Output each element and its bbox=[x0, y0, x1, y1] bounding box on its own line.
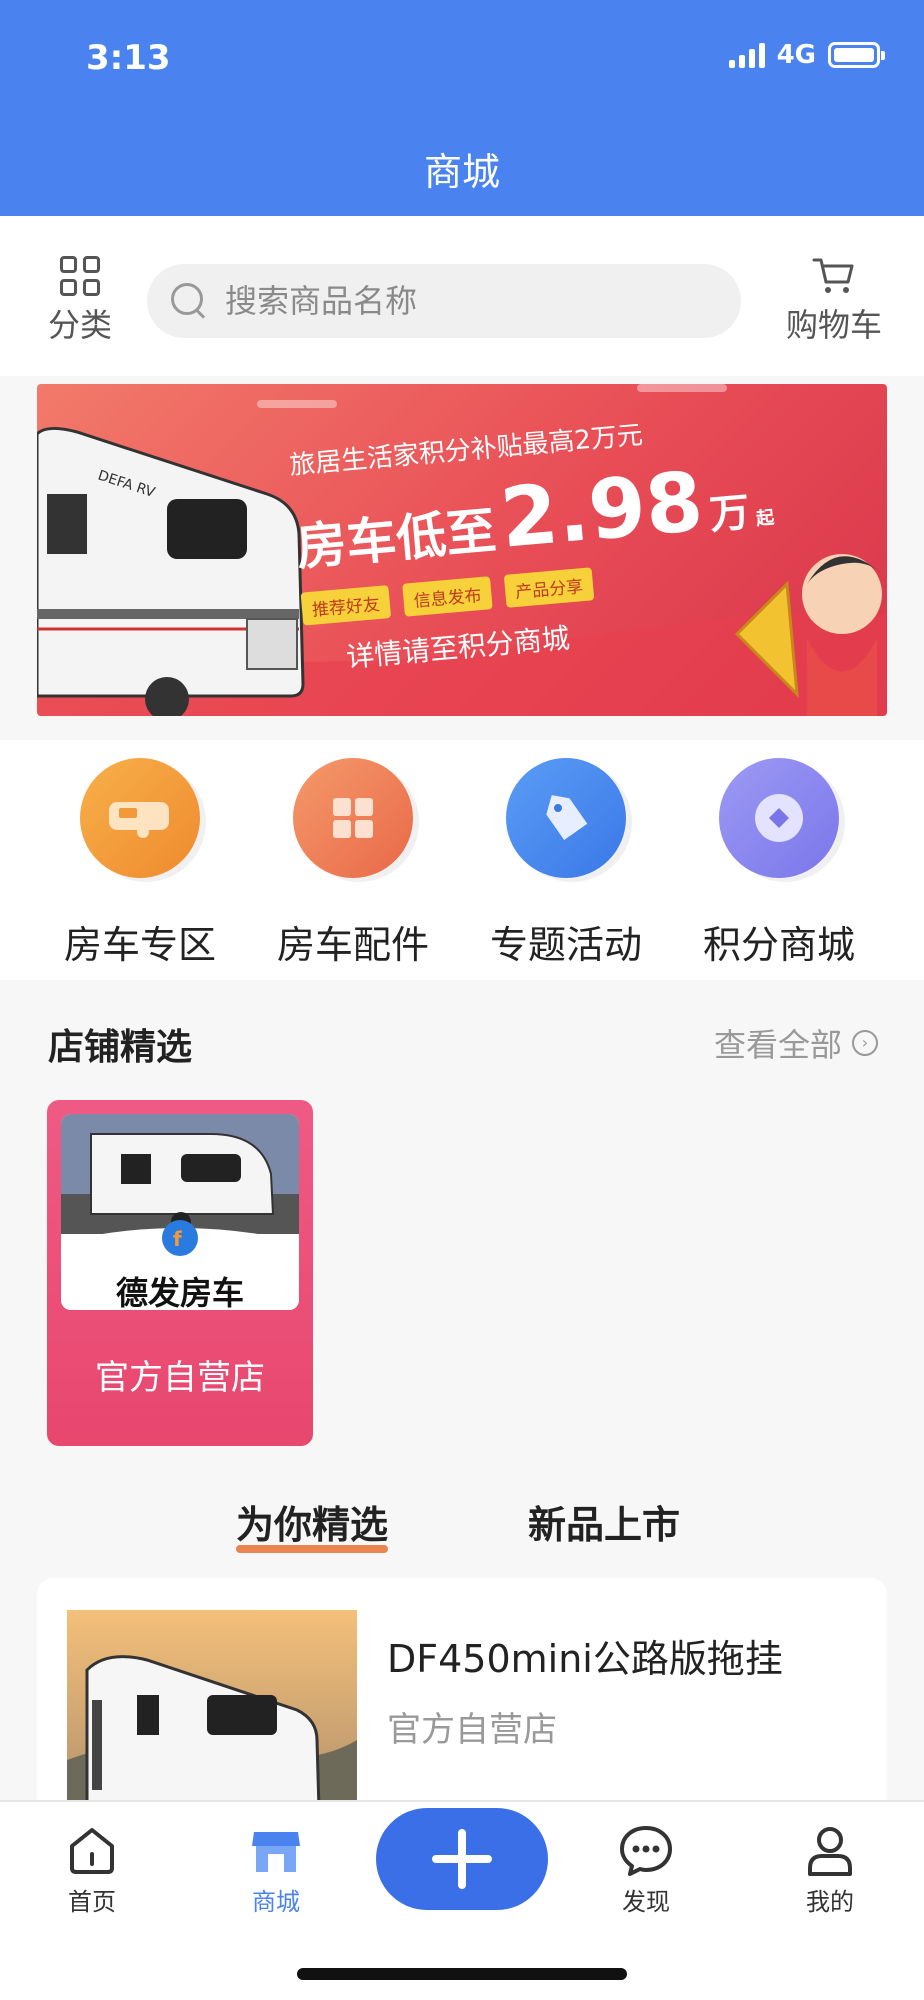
tabbar-label: 商城 bbox=[252, 1888, 300, 1916]
caravan-icon bbox=[80, 758, 200, 878]
plus-icon bbox=[432, 1829, 492, 1889]
active-tab-indicator bbox=[236, 1545, 389, 1553]
category-label: 积分商城 bbox=[702, 923, 855, 967]
category-label: 专题活动 bbox=[489, 923, 642, 967]
product-card[interactable]: DF450mini公路版拖挂 官方自营店 bbox=[37, 1578, 887, 1838]
tabbar-discover[interactable]: 发现 bbox=[586, 1822, 706, 1917]
nav-bar: 商城 bbox=[0, 120, 924, 216]
status-time: 3:13 bbox=[86, 38, 171, 78]
search-toolbar: 分类 购物车 bbox=[0, 216, 924, 376]
tabbar-home[interactable]: 首页 bbox=[32, 1822, 152, 1917]
store-image: f 德发房车 bbox=[61, 1114, 299, 1310]
user-icon bbox=[808, 1827, 852, 1876]
category-item-points-mall[interactable]: 积分商城 bbox=[679, 758, 879, 969]
cart-icon bbox=[812, 258, 854, 293]
bottom-tab-bar: 首页 商城 发现 我的 bbox=[0, 1800, 924, 2000]
tab-label: 新品上市 bbox=[528, 1503, 681, 1547]
grid-icon bbox=[60, 256, 100, 296]
promo-banner[interactable]: DEFA RV 旅居生活家积分补贴最高2万元 房车低至 2.98 万 起 推荐好… bbox=[37, 384, 887, 716]
tabbar-profile[interactable]: 我的 bbox=[770, 1822, 890, 1917]
chat-bubble-icon bbox=[620, 1826, 672, 1876]
parts-grid-icon bbox=[293, 758, 413, 878]
battery-icon bbox=[828, 42, 885, 68]
category-label: 分类 bbox=[47, 306, 112, 344]
home-indicator bbox=[297, 1968, 627, 1980]
category-label: 房车配件 bbox=[276, 923, 429, 967]
store-section-header: 店铺精选 查看全部 › bbox=[0, 990, 924, 1080]
svg-text:f: f bbox=[173, 1227, 182, 1251]
signal-icon bbox=[728, 42, 765, 68]
section-title: 店铺精选 bbox=[48, 1027, 193, 1068]
cart-button[interactable]: 购物车 bbox=[786, 256, 882, 346]
feed-tabs: 为你精选 新品上市 bbox=[0, 1480, 924, 1560]
category-label: 房车专区 bbox=[63, 923, 216, 967]
category-button[interactable]: 分类 bbox=[40, 256, 120, 346]
home-icon bbox=[70, 1828, 114, 1874]
caravan-illustration: DEFA RV bbox=[37, 427, 305, 716]
tabbar-shop[interactable]: 商城 bbox=[216, 1822, 336, 1917]
tabbar-label: 首页 bbox=[68, 1888, 116, 1916]
tab-new-arrivals[interactable]: 新品上市 bbox=[528, 1494, 680, 1549]
category-item-events[interactable]: 专题活动 bbox=[466, 758, 666, 969]
banner-copy: 旅居生活家积分补贴最高2万元 房车低至 2.98 万 起 推荐好友 信息发布 产… bbox=[288, 404, 785, 680]
search-input[interactable] bbox=[225, 282, 705, 320]
tab-label: 为你精选 bbox=[236, 1503, 389, 1547]
search-box[interactable] bbox=[147, 264, 741, 338]
add-post-button[interactable] bbox=[376, 1808, 548, 1910]
search-icon bbox=[171, 283, 207, 319]
product-title: DF450mini公路版拖挂 bbox=[387, 1637, 783, 1681]
svg-text:德发房车: 德发房车 bbox=[116, 1274, 244, 1310]
category-item-caravan[interactable]: 房车专区 bbox=[40, 758, 240, 969]
product-store: 官方自营店 bbox=[387, 1710, 557, 1750]
store-name: 官方自营店 bbox=[95, 1358, 265, 1398]
page-title: 商城 bbox=[423, 149, 500, 194]
tab-featured[interactable]: 为你精选 bbox=[236, 1494, 389, 1553]
status-indicators: 4G bbox=[728, 40, 885, 70]
chevron-right-icon: › bbox=[852, 1030, 878, 1056]
view-all-label: 查看全部 bbox=[713, 1026, 842, 1064]
category-item-parts[interactable]: 房车配件 bbox=[253, 758, 453, 969]
category-grid: 房车专区 房车配件 专题活动 积分商城 bbox=[0, 740, 924, 980]
status-bar: 3:13 4G bbox=[0, 0, 924, 120]
cart-label: 购物车 bbox=[785, 306, 882, 344]
tabbar-label: 我的 bbox=[806, 1888, 854, 1916]
view-all-link[interactable]: 查看全部 › bbox=[714, 1020, 878, 1066]
store-card[interactable]: f 德发房车 官方自营店 bbox=[47, 1100, 313, 1446]
coin-icon bbox=[719, 758, 839, 878]
tag-icon bbox=[506, 758, 626, 878]
network-label: 4G bbox=[776, 40, 816, 70]
tabbar-label: 发现 bbox=[622, 1888, 670, 1916]
shop-icon bbox=[252, 1832, 300, 1872]
